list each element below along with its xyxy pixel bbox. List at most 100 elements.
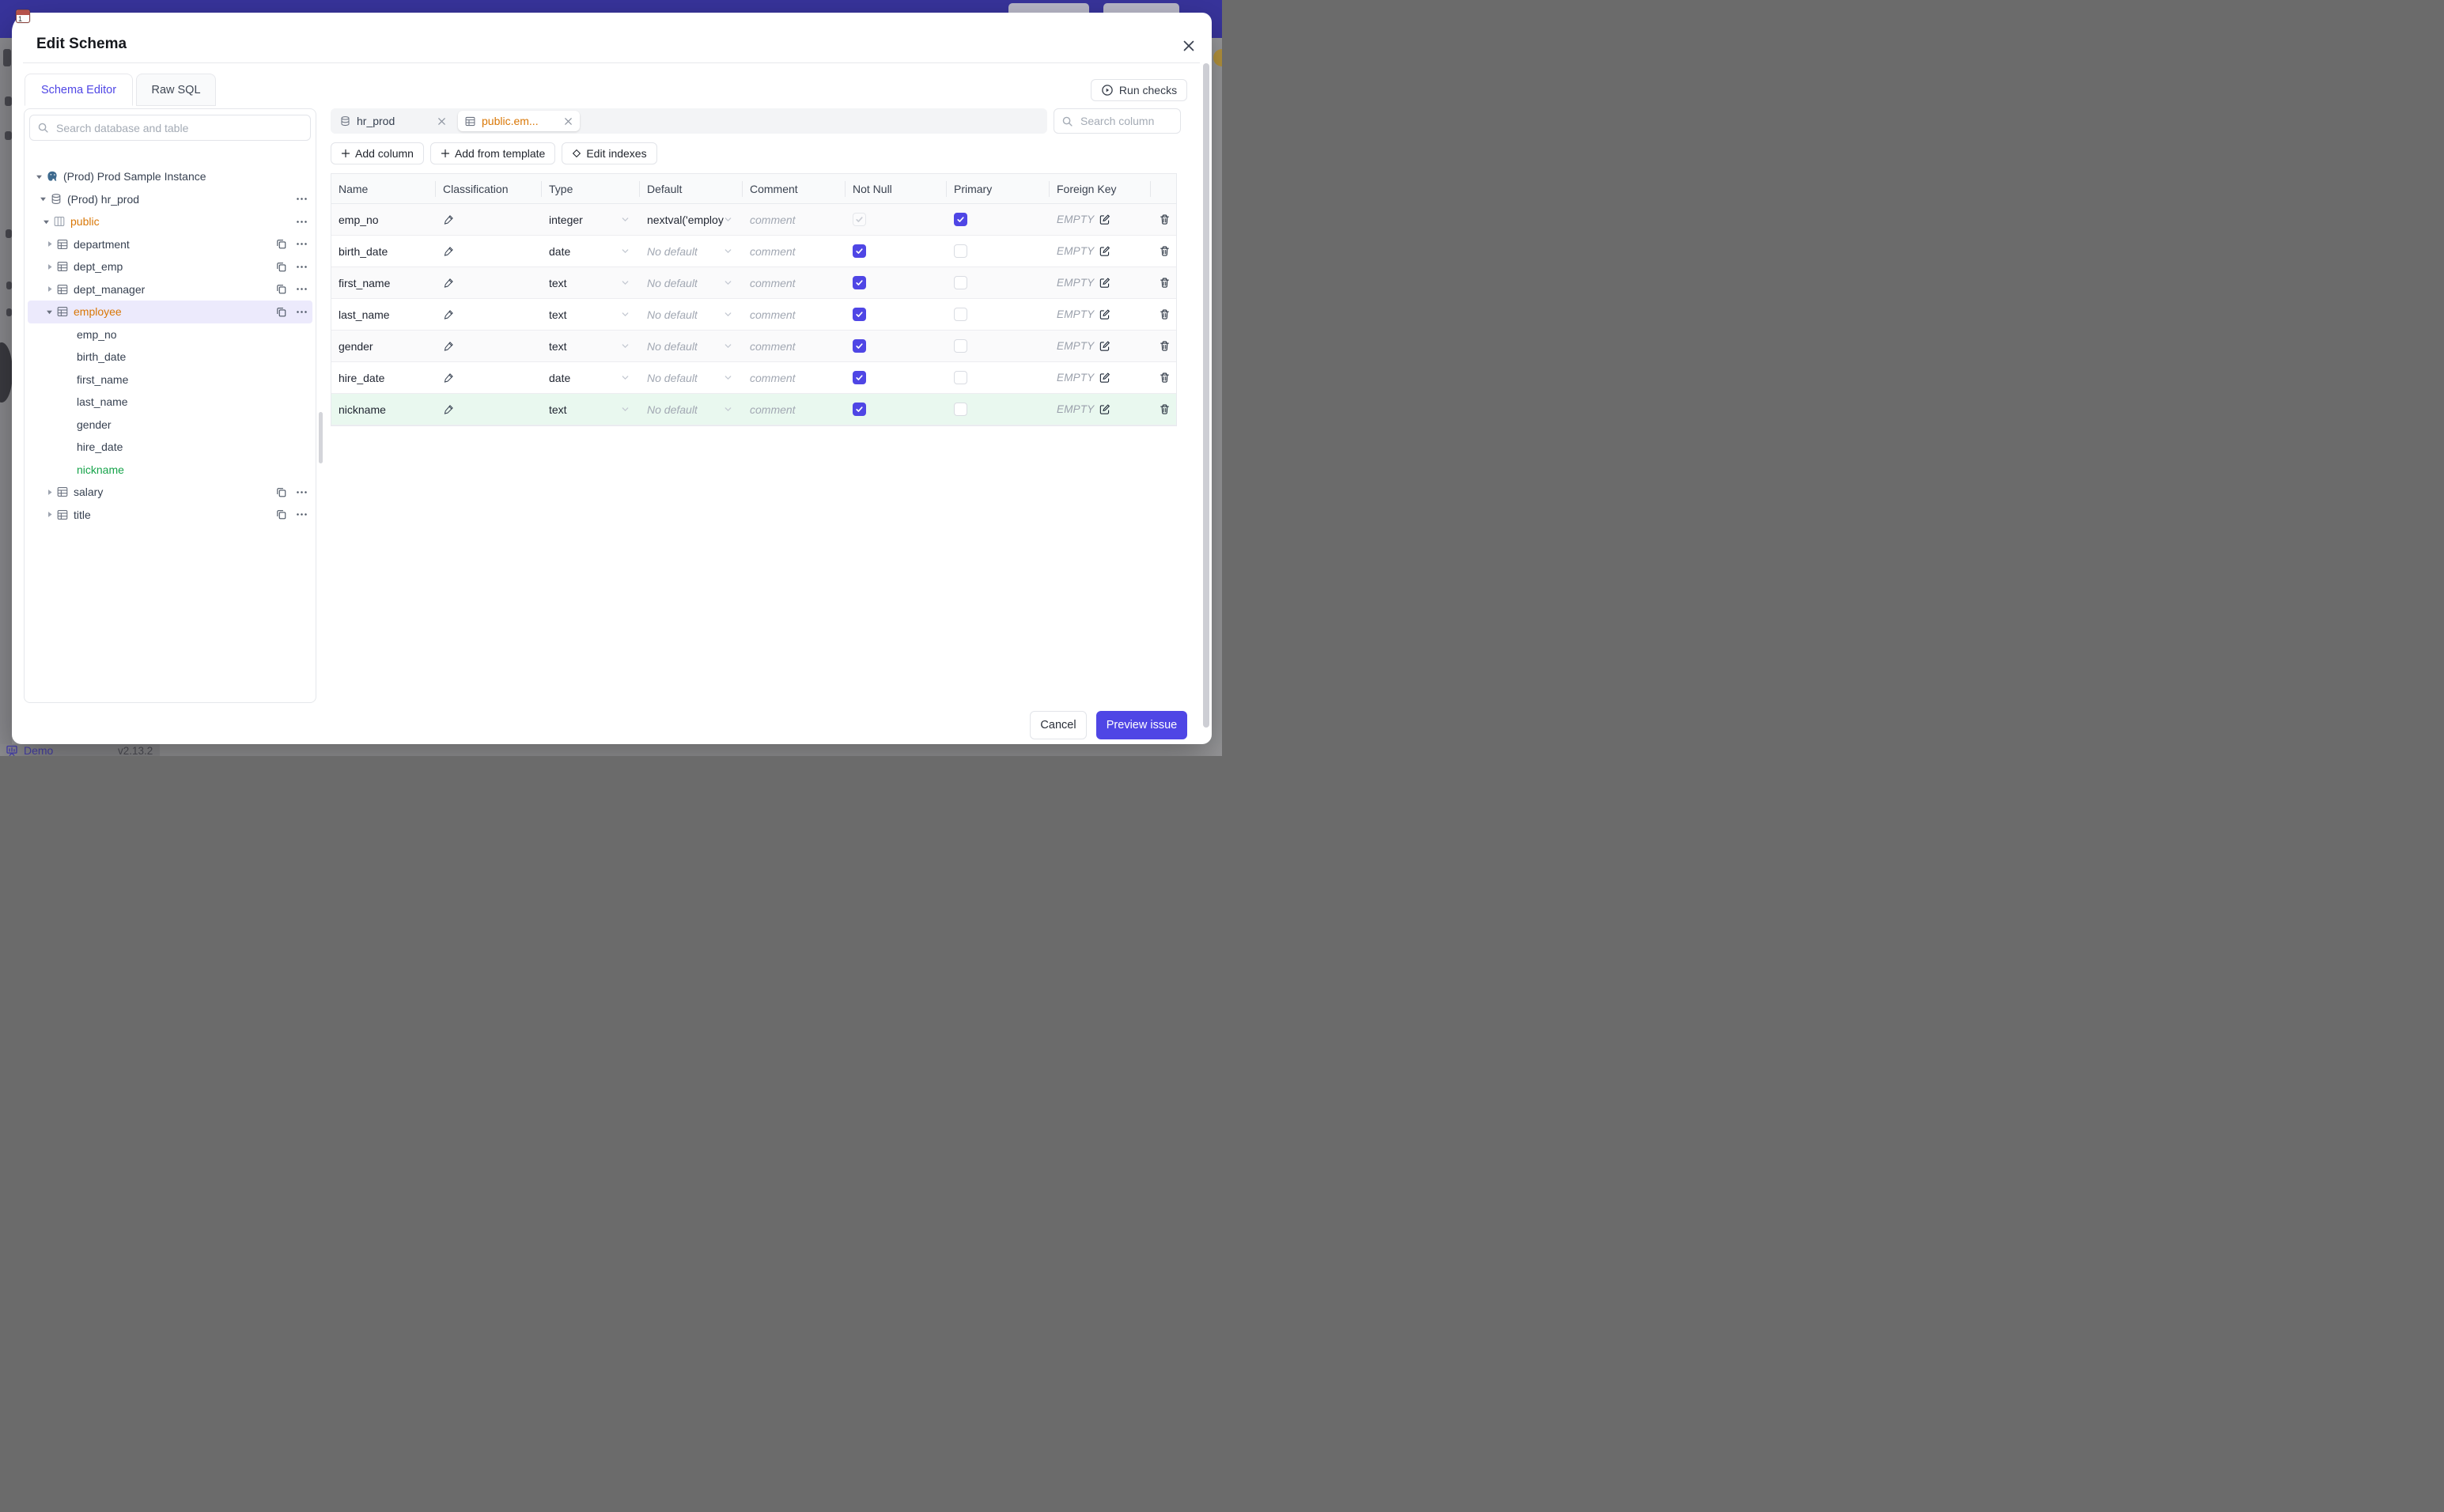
comment-input[interactable]: comment (743, 299, 846, 330)
run-checks-button[interactable]: Run checks (1091, 79, 1187, 101)
default-select[interactable]: No default (640, 267, 743, 298)
type-select[interactable]: integer (542, 204, 640, 235)
primary-checkbox[interactable] (954, 213, 967, 226)
tab-raw-sql[interactable]: Raw SQL (136, 74, 216, 106)
more-icon[interactable] (296, 490, 308, 494)
primary-checkbox[interactable] (954, 339, 967, 353)
preview-issue-button[interactable]: Preview issue (1096, 711, 1187, 739)
delete-row-icon[interactable] (1159, 372, 1171, 384)
chevron-right-icon[interactable] (44, 511, 55, 518)
table-chip-active[interactable]: public.em... (458, 111, 580, 131)
classification-pencil-icon[interactable] (443, 214, 455, 225)
comment-input[interactable]: comment (743, 394, 846, 425)
tree-item-column-emp-no[interactable]: emp_no (25, 323, 316, 346)
copy-icon[interactable] (275, 508, 287, 520)
copy-icon[interactable] (275, 283, 287, 295)
default-select[interactable]: nextval('employ (640, 204, 743, 235)
copy-icon[interactable] (275, 306, 287, 318)
tree-item-column-first-name[interactable]: first_name (25, 369, 316, 391)
type-select[interactable]: text (542, 394, 640, 425)
delete-row-icon[interactable] (1159, 403, 1171, 415)
edit-foreign-key-icon[interactable] (1099, 403, 1110, 415)
more-icon[interactable] (296, 287, 308, 291)
default-select[interactable]: No default (640, 362, 743, 393)
tree-item-table-department[interactable]: department (25, 233, 316, 256)
tree-item-database[interactable]: (Prod) hr_prod (25, 188, 316, 211)
copy-icon[interactable] (275, 261, 287, 273)
column-name[interactable]: emp_no (331, 204, 436, 235)
tree-item-instance[interactable]: (Prod) Prod Sample Instance (25, 165, 316, 188)
type-select[interactable]: date (542, 362, 640, 393)
default-select[interactable]: No default (640, 236, 743, 266)
column-name[interactable]: hire_date (331, 362, 436, 393)
tree-search-input[interactable] (55, 120, 303, 135)
tree-item-column-hire-date[interactable]: hire_date (25, 436, 316, 459)
delete-row-icon[interactable] (1159, 340, 1171, 352)
tree-item-table-dept-emp[interactable]: dept_emp (25, 255, 316, 278)
more-icon[interactable] (296, 197, 308, 201)
edit-foreign-key-icon[interactable] (1099, 245, 1110, 257)
comment-input[interactable]: comment (743, 236, 846, 266)
edit-foreign-key-icon[interactable] (1099, 372, 1110, 384)
edit-foreign-key-icon[interactable] (1099, 340, 1110, 352)
database-chip[interactable]: hr_prod (333, 111, 453, 131)
delete-row-icon[interactable] (1159, 308, 1171, 320)
add-from-template-button[interactable]: Add from template (429, 142, 556, 164)
more-icon[interactable] (296, 310, 308, 314)
column-name[interactable]: gender (331, 331, 436, 361)
not-null-checkbox[interactable] (853, 371, 866, 384)
not-null-checkbox[interactable] (853, 308, 866, 321)
tree-scrollbar[interactable] (318, 412, 323, 463)
tree-item-table-title[interactable]: title (25, 504, 316, 527)
close-chip-icon[interactable] (563, 116, 573, 127)
primary-checkbox[interactable] (954, 276, 967, 289)
delete-row-icon[interactable] (1159, 245, 1171, 257)
tree-item-column-last-name[interactable]: last_name (25, 391, 316, 414)
tree-item-table-employee[interactable]: employee (25, 301, 316, 323)
column-search-input[interactable] (1079, 114, 1166, 128)
column-name[interactable]: first_name (331, 267, 436, 298)
not-null-checkbox[interactable] (853, 339, 866, 353)
primary-checkbox[interactable] (954, 371, 967, 384)
delete-row-icon[interactable] (1159, 214, 1171, 225)
comment-input[interactable]: comment (743, 267, 846, 298)
copy-icon[interactable] (275, 238, 287, 250)
not-null-checkbox[interactable] (853, 244, 866, 258)
primary-checkbox[interactable] (954, 244, 967, 258)
chevron-right-icon[interactable] (44, 285, 55, 293)
comment-input[interactable]: comment (743, 204, 846, 235)
tab-schema-editor[interactable]: Schema Editor (25, 74, 133, 106)
not-null-checkbox[interactable] (853, 213, 866, 226)
default-select[interactable]: No default (640, 394, 743, 425)
classification-pencil-icon[interactable] (443, 277, 455, 289)
default-select[interactable]: No default (640, 331, 743, 361)
tree-search[interactable] (29, 115, 311, 141)
type-select[interactable]: date (542, 236, 640, 266)
type-select[interactable]: text (542, 331, 640, 361)
column-name[interactable]: birth_date (331, 236, 436, 266)
copy-icon[interactable] (275, 486, 287, 498)
add-column-button[interactable]: Add column (331, 142, 424, 164)
comment-input[interactable]: comment (743, 331, 846, 361)
edit-foreign-key-icon[interactable] (1099, 277, 1110, 289)
more-icon[interactable] (296, 265, 308, 269)
cancel-button[interactable]: Cancel (1030, 711, 1087, 739)
edit-indexes-button[interactable]: Edit indexes (562, 142, 657, 164)
more-icon[interactable] (296, 220, 308, 224)
chevron-down-icon[interactable] (40, 218, 51, 225)
edit-foreign-key-icon[interactable] (1099, 308, 1110, 320)
edit-foreign-key-icon[interactable] (1099, 214, 1110, 225)
classification-pencil-icon[interactable] (443, 403, 455, 415)
tree-item-column-nickname[interactable]: nickname (25, 459, 316, 482)
classification-pencil-icon[interactable] (443, 245, 455, 257)
tree-item-column-birth-date[interactable]: birth_date (25, 346, 316, 369)
modal-scrollbar[interactable] (1203, 63, 1209, 728)
classification-pencil-icon[interactable] (443, 308, 455, 320)
type-select[interactable]: text (542, 267, 640, 298)
primary-checkbox[interactable] (954, 403, 967, 416)
column-name[interactable]: last_name (331, 299, 436, 330)
more-icon[interactable] (296, 242, 308, 246)
chevron-right-icon[interactable] (44, 240, 55, 248)
not-null-checkbox[interactable] (853, 403, 866, 416)
more-icon[interactable] (296, 512, 308, 516)
